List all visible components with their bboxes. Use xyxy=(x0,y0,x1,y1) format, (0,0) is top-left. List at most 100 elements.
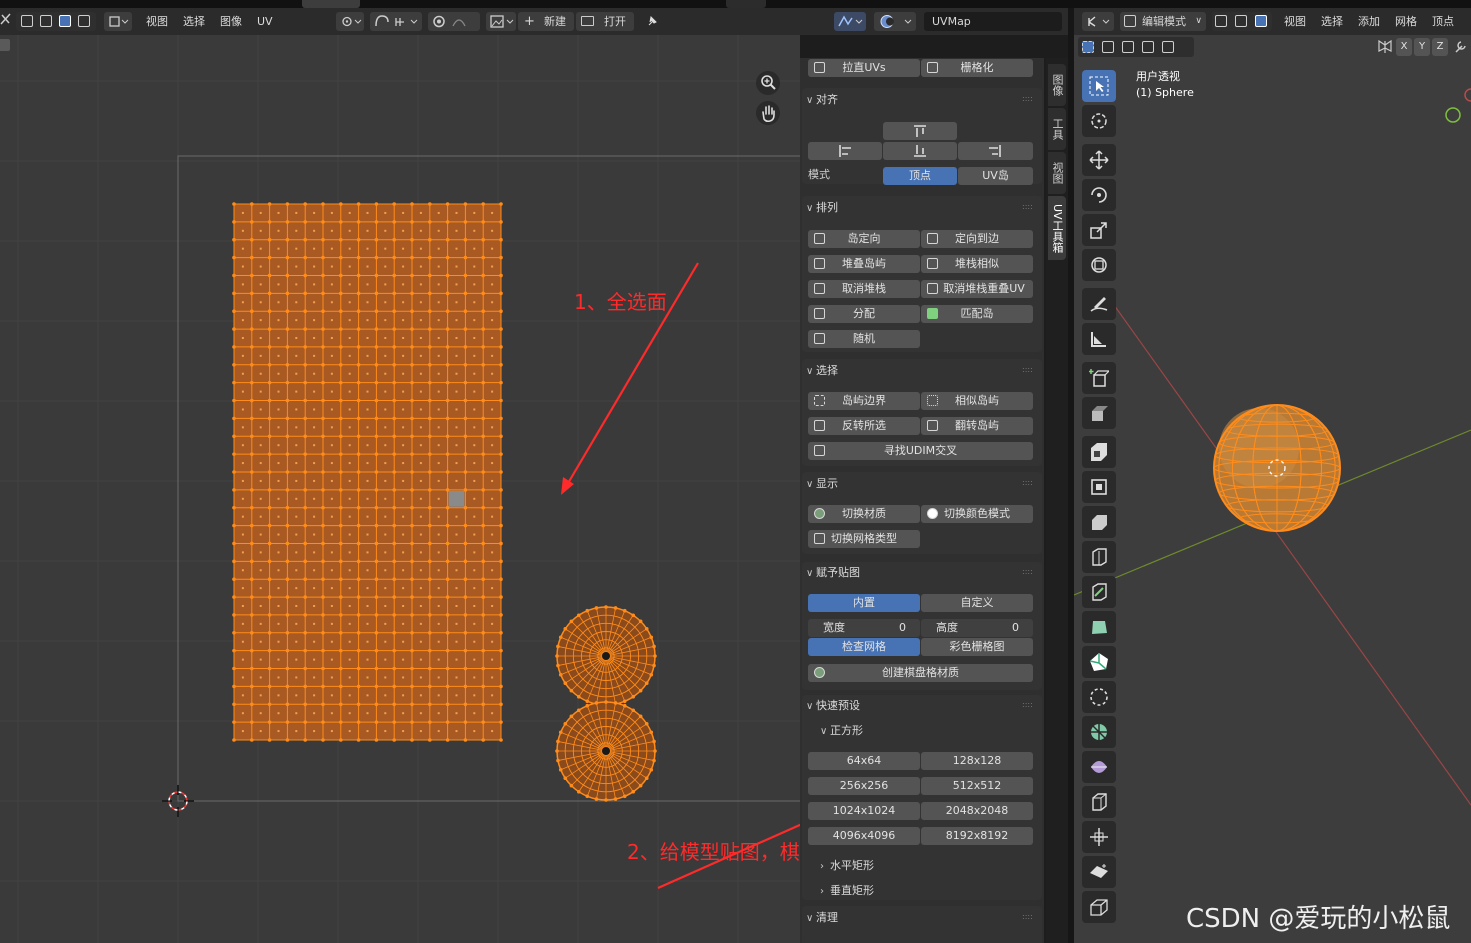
invert-selection-button[interactable]: 反转所选 xyxy=(808,417,920,435)
move-tool-icon[interactable] xyxy=(1082,144,1116,176)
menu-select[interactable]: 选择 xyxy=(183,12,205,31)
select-section-header[interactable]: ∨ 选择 xyxy=(806,362,838,380)
drag-handle-icon[interactable]: :::: xyxy=(1022,913,1034,921)
drag-handle-icon[interactable]: :::: xyxy=(1022,701,1034,709)
drag-handle-icon[interactable]: :::: xyxy=(1022,568,1034,576)
tab-view[interactable]: 视图 xyxy=(1048,152,1066,194)
open-image-button[interactable]: 打开 xyxy=(576,12,634,31)
drag-handle-icon[interactable]: :::: xyxy=(1022,479,1034,487)
preset-1024[interactable]: 1024x1024 xyxy=(808,802,920,820)
preset-512[interactable]: 512x512 xyxy=(921,777,1033,795)
bevel-tool-icon[interactable] xyxy=(1082,471,1116,503)
proportional-edit-group[interactable] xyxy=(428,12,480,31)
presets-section-header[interactable]: ∨ 快速预设 xyxy=(806,697,860,715)
stack-similar-button[interactable]: 堆栈相似 xyxy=(921,255,1033,273)
3d-scene[interactable] xyxy=(1074,35,1471,943)
editor-type-dropdown[interactable] xyxy=(1082,12,1114,31)
match-islands-button[interactable]: 匹配岛 xyxy=(921,305,1033,323)
menu-mesh-3d[interactable]: 网格 xyxy=(1395,12,1417,31)
square-subheader[interactable]: ∨ 正方形 xyxy=(820,722,863,740)
align-section-header[interactable]: ∨ 对齐 xyxy=(806,91,838,109)
knife-tool-icon[interactable] xyxy=(1082,541,1116,573)
texture-section-header[interactable]: ∨ 赋予贴图 xyxy=(806,564,860,582)
island-mode-icon[interactable] xyxy=(78,15,90,27)
wrench-icon[interactable] xyxy=(1452,37,1468,57)
preset-4096[interactable]: 4096x4096 xyxy=(808,827,920,845)
select-subtract-icon[interactable] xyxy=(1122,41,1134,53)
smooth-tool-icon[interactable] xyxy=(1082,646,1116,678)
uv-sync-dropdown[interactable] xyxy=(834,12,866,31)
texture-type-checker[interactable]: 检查网格 xyxy=(808,638,920,656)
island-borders-button[interactable]: 岛屿边界 xyxy=(808,392,920,410)
shrink-fatten-tool-icon[interactable] xyxy=(1082,681,1116,713)
tab-uv-editing[interactable] xyxy=(302,0,360,8)
vertex-mode-icon[interactable] xyxy=(1215,15,1227,27)
unstack-overlap-button[interactable]: 取消堆栈重叠UV xyxy=(921,280,1033,298)
texture-type-color-grid[interactable]: 彩色栅格图 xyxy=(921,638,1033,656)
toggle-grid-type-button[interactable]: 切换网格类型 xyxy=(808,530,920,548)
select-intersect-icon[interactable] xyxy=(1162,41,1174,53)
align-bottom-button[interactable] xyxy=(883,142,957,160)
3d-viewport[interactable]: X Y Z 用户透视 (1) Sphere xyxy=(1074,35,1471,943)
cube-outline-tool-icon[interactable] xyxy=(1082,891,1116,923)
align-top-button[interactable] xyxy=(883,122,957,140)
menu-image[interactable]: 图像 xyxy=(220,12,242,31)
stack-islands-button[interactable]: 堆叠岛屿 xyxy=(808,255,920,273)
editor-type-icon[interactable] xyxy=(0,12,12,31)
drag-handle-icon[interactable]: :::: xyxy=(1022,203,1034,211)
rotate-tool-icon[interactable] xyxy=(1082,179,1116,211)
sphere-mesh[interactable] xyxy=(1213,404,1341,532)
mirror-z-toggle[interactable]: Z xyxy=(1432,38,1448,56)
preset-64[interactable]: 64x64 xyxy=(808,752,920,770)
poly-build-tool-icon[interactable] xyxy=(1082,576,1116,608)
pin-icon[interactable] xyxy=(642,12,662,31)
cursor-tool-icon[interactable] xyxy=(1082,105,1116,137)
edge-mode-icon[interactable] xyxy=(1235,15,1247,27)
drag-handle-icon[interactable]: :::: xyxy=(1022,366,1034,374)
orient-to-edge-button[interactable]: 定向到边 xyxy=(921,230,1033,248)
select-difference-icon[interactable] xyxy=(1142,41,1154,53)
texture-width-field[interactable]: 宽度 0 xyxy=(808,619,920,637)
scale-tool-icon[interactable] xyxy=(1082,214,1116,246)
drag-handle-icon[interactable]: :::: xyxy=(1022,95,1034,103)
shear-tool-icon[interactable] xyxy=(1082,716,1116,748)
edge-mode-icon[interactable] xyxy=(40,15,52,27)
tab-tool[interactable]: 工具 xyxy=(1048,108,1066,150)
corner-widget-icon[interactable] xyxy=(0,39,10,51)
randomize-button[interactable]: 随机 xyxy=(808,330,920,348)
pan-hand-icon[interactable] xyxy=(756,101,780,125)
extrude-tool-icon[interactable] xyxy=(1082,397,1116,429)
plane-tool-icon[interactable] xyxy=(1082,856,1116,888)
uvmap-field[interactable]: UVMap xyxy=(924,12,1062,31)
menu-vertex-3d[interactable]: 顶点 xyxy=(1432,12,1454,31)
edge-slide-tool-icon[interactable] xyxy=(1082,786,1116,818)
sticky-select-dropdown[interactable] xyxy=(104,12,132,31)
image-browse-dropdown[interactable] xyxy=(486,12,516,31)
annotate-tool-icon[interactable] xyxy=(1082,288,1116,320)
spin-tool-icon[interactable] xyxy=(1082,611,1116,643)
preset-128[interactable]: 128x128 xyxy=(921,752,1033,770)
loop-cut-tool-icon[interactable] xyxy=(1082,506,1116,538)
snap-group[interactable] xyxy=(370,12,422,31)
inset-tool-icon[interactable] xyxy=(1082,436,1116,468)
camera-gizmo[interactable] xyxy=(1464,88,1471,102)
align-mode-vertex[interactable]: 顶点 xyxy=(883,167,957,185)
horizontal-rect-subheader[interactable]: › 水平矩形 xyxy=(820,857,874,875)
unstack-button[interactable]: 取消堆栈 xyxy=(808,280,920,298)
preset-256[interactable]: 256x256 xyxy=(808,777,920,795)
find-udim-crossing-button[interactable]: 寻找UDIM交叉 xyxy=(808,442,1033,460)
toggle-material-button[interactable]: 切换材质 xyxy=(808,505,920,523)
texture-tab-builtin[interactable]: 内置 xyxy=(808,594,920,612)
rip-tool-icon[interactable] xyxy=(1082,751,1116,783)
flip-islands-button[interactable]: 翻转岛屿 xyxy=(921,417,1033,435)
add-cube-tool-icon[interactable] xyxy=(1082,362,1116,394)
vertical-rect-subheader[interactable]: › 垂直矩形 xyxy=(820,882,874,900)
select-extend-icon[interactable] xyxy=(1102,41,1114,53)
select-tool-icon[interactable] xyxy=(1082,70,1116,102)
create-checker-material-button[interactable]: 创建棋盘格材质 xyxy=(808,664,1033,682)
cleanup-section-header[interactable]: ∨ 清理 xyxy=(806,909,838,927)
mode-dropdown[interactable]: 编辑模式 ∨ xyxy=(1120,12,1206,31)
distribute-button[interactable]: 分配 xyxy=(808,305,920,323)
similar-islands-button[interactable]: 相似岛屿 xyxy=(921,392,1033,410)
pivot-dropdown[interactable] xyxy=(336,12,364,31)
